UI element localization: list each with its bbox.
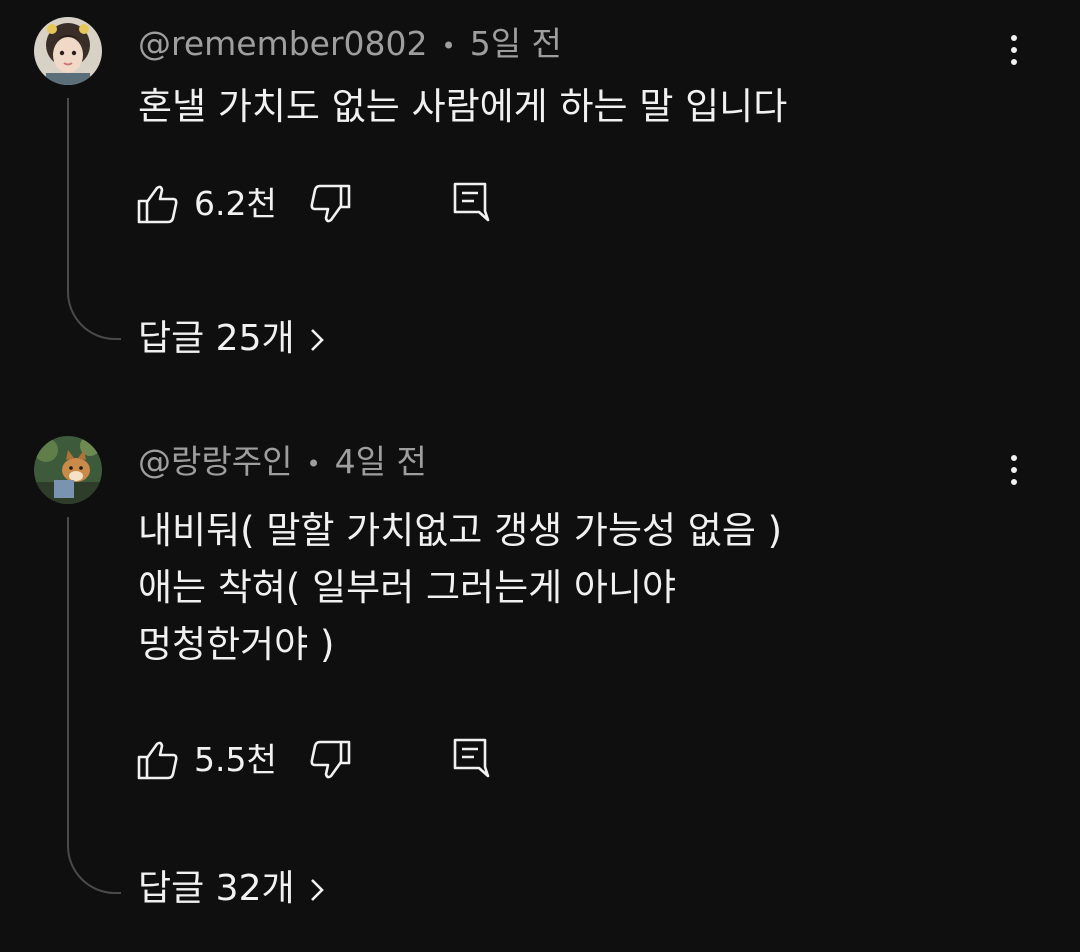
more-vert-icon[interactable]: [996, 448, 1032, 492]
comment-reply-icon[interactable]: [452, 181, 490, 223]
comment-thread: @remember0802 • 5일 전 혼낼 가치도 없는 사람에게 하는 말 입…: [0, 0, 1080, 400]
like-count: 5.5천: [194, 740, 277, 779]
comment-meta: @remember0802 • 5일 전: [138, 24, 562, 66]
separator-dot: •: [441, 31, 456, 60]
comment-reply-icon[interactable]: [452, 737, 490, 779]
avatar[interactable]: [34, 17, 102, 85]
separator-dot: •: [306, 449, 321, 478]
author-name[interactable]: @remember0802: [138, 24, 428, 63]
comment-line: 애는 착혀( 일부러 그러는게 아니야: [138, 566, 677, 609]
thumbs-down-icon[interactable]: [308, 739, 352, 781]
comment-meta: @랑랑주인 • 4일 전: [138, 442, 427, 484]
comment-actions: 5.5천: [136, 735, 516, 785]
comment-line: 혼낼 가치도 없는 사람에게 하는 말 입니다: [138, 85, 788, 128]
comment-actions: 6.2천: [136, 179, 516, 229]
comment-text: 내비둬( 말할 가치없고 갱생 가능성 없음 ) 애는 착혀( 일부러 그러는게…: [138, 502, 782, 673]
chevron-right-icon: [310, 879, 324, 901]
replies-label: 답글 32개: [138, 868, 295, 909]
thread-line: [67, 517, 121, 894]
comment-thread: @랑랑주인 • 4일 전 내비둬( 말할 가치없고 갱생 가능성 없음 ) 애는 착…: [0, 400, 1080, 952]
timestamp: 5일 전: [469, 24, 562, 63]
author-name[interactable]: @랑랑주인: [138, 442, 292, 481]
chevron-right-icon: [310, 329, 324, 351]
thread-line: [67, 98, 121, 340]
more-vert-icon[interactable]: [996, 28, 1032, 72]
comment-text: 혼낼 가치도 없는 사람에게 하는 말 입니다: [138, 78, 787, 135]
timestamp: 4일 전: [334, 442, 427, 481]
thumbs-down-icon[interactable]: [308, 183, 352, 225]
comment-line: 멍청한거야 ): [138, 623, 335, 666]
avatar[interactable]: [34, 436, 102, 504]
replies-link[interactable]: 답글 25개: [138, 317, 325, 361]
like-count: 6.2천: [194, 184, 277, 223]
comments-page: @remember0802 • 5일 전 혼낼 가치도 없는 사람에게 하는 말 입…: [0, 0, 1080, 952]
thumbs-up-icon[interactable]: [136, 739, 180, 781]
replies-label: 답글 25개: [138, 318, 295, 359]
comment-line: 내비둬( 말할 가치없고 갱생 가능성 없음 ): [138, 509, 783, 552]
thumbs-up-icon[interactable]: [136, 183, 180, 225]
replies-link[interactable]: 답글 32개: [138, 867, 325, 911]
